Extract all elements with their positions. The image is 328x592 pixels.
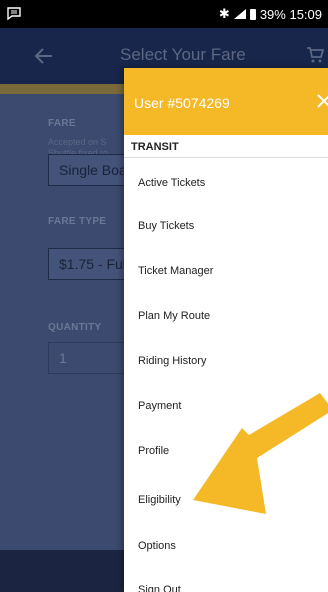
navigation-drawer: User #5074269 TRANSIT Active Tickets Buy…	[124, 68, 328, 592]
close-icon[interactable]	[316, 93, 328, 109]
menu-item-payment[interactable]: Payment	[138, 400, 181, 412]
quantity-label: QUANTITY	[48, 322, 102, 333]
status-text: 39% 15:09	[259, 6, 322, 22]
status-bar: ✱ 39% 15:09	[0, 0, 328, 28]
menu-item-eligibility[interactable]: Eligibility	[138, 494, 181, 506]
message-icon	[7, 7, 21, 21]
menu-item-buy-tickets[interactable]: Buy Tickets	[138, 220, 194, 232]
menu-item-profile[interactable]: Profile	[138, 445, 169, 457]
back-arrow-icon[interactable]	[34, 46, 54, 66]
user-id: User #5074269	[134, 95, 230, 111]
menu-item-active-tickets[interactable]: Active Tickets	[138, 177, 205, 189]
section-transit: TRANSIT	[124, 135, 328, 158]
menu-item-riding-history[interactable]: Riding History	[138, 355, 206, 367]
cart-icon[interactable]	[306, 46, 324, 64]
fare-description-1: Accepted on S	[48, 137, 107, 147]
menu-item-plan-my-route[interactable]: Plan My Route	[138, 310, 210, 322]
status-right: ✱ 39% 15:09	[219, 6, 322, 22]
drawer-header: User #5074269	[124, 68, 328, 135]
fare-label: FARE	[48, 118, 76, 129]
menu-item-sign-out[interactable]: Sign Out	[138, 584, 181, 592]
signal-icon	[233, 9, 246, 19]
page-title: Select Your Fare	[120, 45, 246, 64]
fare-type-label: FARE TYPE	[48, 216, 107, 227]
bluetooth-icon: ✱	[218, 6, 230, 21]
menu-item-options[interactable]: Options	[138, 540, 176, 552]
menu-item-ticket-manager[interactable]: Ticket Manager	[138, 265, 213, 277]
battery-icon	[249, 8, 256, 20]
